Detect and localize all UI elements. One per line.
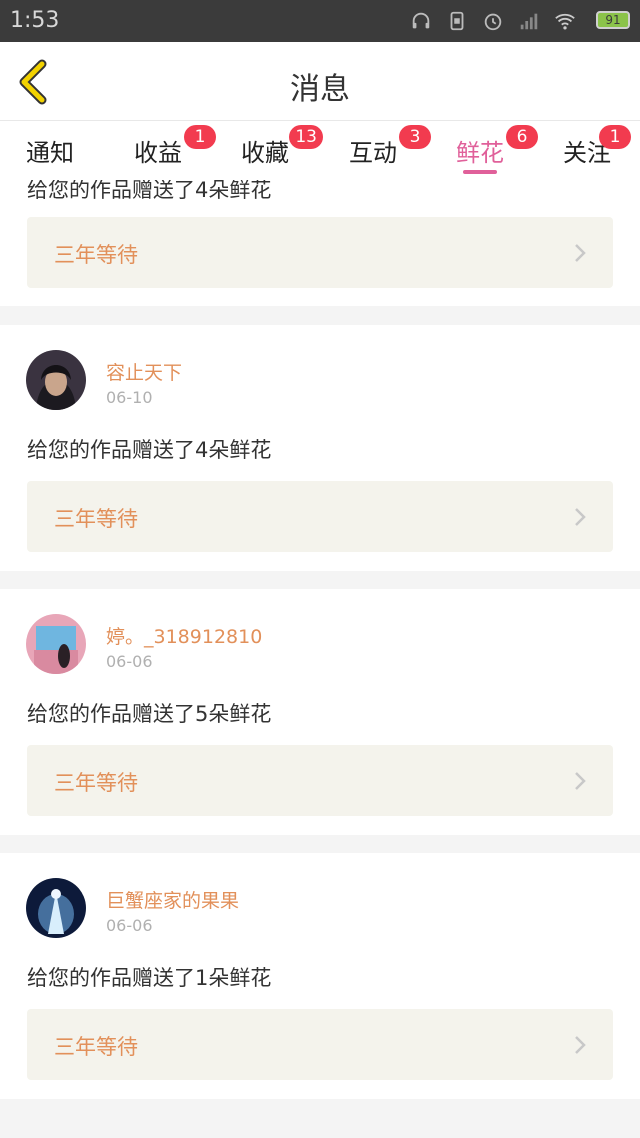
tab-flowers[interactable]: 鲜花 6 — [456, 125, 538, 168]
username[interactable]: 容止天下 — [106, 358, 182, 385]
work-link[interactable]: 三年等待 — [27, 1009, 613, 1080]
message-date: 06-06 — [106, 652, 153, 671]
message-date: 06-10 — [106, 388, 153, 407]
chevron-right-icon — [575, 772, 586, 790]
tab-label: 互动 — [349, 139, 397, 167]
avatar[interactable] — [26, 614, 86, 674]
work-title: 三年等待 — [54, 1035, 138, 1059]
tab-badge: 13 — [289, 125, 323, 149]
work-title: 三年等待 — [54, 771, 138, 795]
work-title: 三年等待 — [54, 507, 138, 531]
tab-label: 鲜花 — [456, 139, 504, 167]
message-date: 06-06 — [106, 916, 153, 935]
tab-favorites[interactable]: 收藏 13 — [241, 125, 323, 168]
work-title: 三年等待 — [54, 243, 138, 267]
avatar[interactable] — [26, 878, 86, 938]
alarm-icon — [484, 13, 502, 31]
headphones-icon — [412, 12, 430, 29]
list-item: 容止天下 06-10 给您的作品赠送了4朵鲜花 三年等待 — [0, 325, 640, 571]
tab-badge: 1 — [599, 125, 631, 149]
chevron-right-icon — [575, 1036, 586, 1054]
battery-icon: 91 — [596, 11, 630, 29]
tab-badge: 6 — [506, 125, 538, 149]
signal-icon — [520, 13, 538, 30]
tab-label: 收益 — [134, 139, 182, 167]
status-icons — [410, 10, 576, 32]
active-tab-indicator — [463, 170, 497, 174]
battery-level: 91 — [605, 13, 621, 27]
tab-bar: 通知 收益 1 收藏 13 互动 3 鲜花 6 关注 1 — [0, 120, 640, 180]
tab-earnings[interactable]: 收益 1 — [134, 125, 216, 168]
tab-label: 通知 — [26, 139, 74, 167]
status-time: 1:53 — [10, 8, 60, 33]
username[interactable]: 巨蟹座家的果果 — [106, 886, 239, 913]
avatar[interactable] — [26, 350, 86, 410]
message-text: 给您的作品赠送了4朵鲜花 — [27, 438, 272, 462]
message-text: 给您的作品赠送了1朵鲜花 — [27, 966, 272, 990]
wifi-icon — [555, 13, 575, 30]
work-link[interactable]: 三年等待 — [27, 217, 613, 288]
tab-badge: 1 — [184, 125, 216, 149]
chevron-right-icon — [575, 508, 586, 526]
message-text: 给您的作品赠送了5朵鲜花 — [27, 702, 272, 726]
username[interactable]: 婷。_318912810 — [106, 622, 262, 649]
list-item: 婷。_318912810 06-06 给您的作品赠送了5朵鲜花 三年等待 — [0, 589, 640, 835]
tab-follows[interactable]: 关注 1 — [563, 125, 631, 168]
tab-notice[interactable]: 通知 — [26, 133, 74, 168]
tab-interactions[interactable]: 互动 3 — [349, 125, 431, 168]
list-item: 给您的作品赠送了4朵鲜花 三年等待 — [0, 180, 640, 306]
tab-badge: 3 — [399, 125, 431, 149]
app-header: 消息 — [0, 42, 640, 120]
message-list[interactable]: 给您的作品赠送了4朵鲜花 三年等待 容止天下 06-10 给您的作品赠送了4朵鲜… — [0, 180, 640, 1138]
status-bar: 1:53 91 — [0, 0, 640, 42]
tab-label: 收藏 — [241, 139, 289, 167]
message-text: 给您的作品赠送了4朵鲜花 — [27, 180, 272, 202]
work-link[interactable]: 三年等待 — [27, 481, 613, 552]
list-item: 巨蟹座家的果果 06-06 给您的作品赠送了1朵鲜花 三年等待 — [0, 853, 640, 1099]
page-title: 消息 — [290, 72, 350, 107]
chevron-right-icon — [575, 244, 586, 262]
dual-sim-icon — [450, 11, 464, 31]
work-link[interactable]: 三年等待 — [27, 745, 613, 816]
